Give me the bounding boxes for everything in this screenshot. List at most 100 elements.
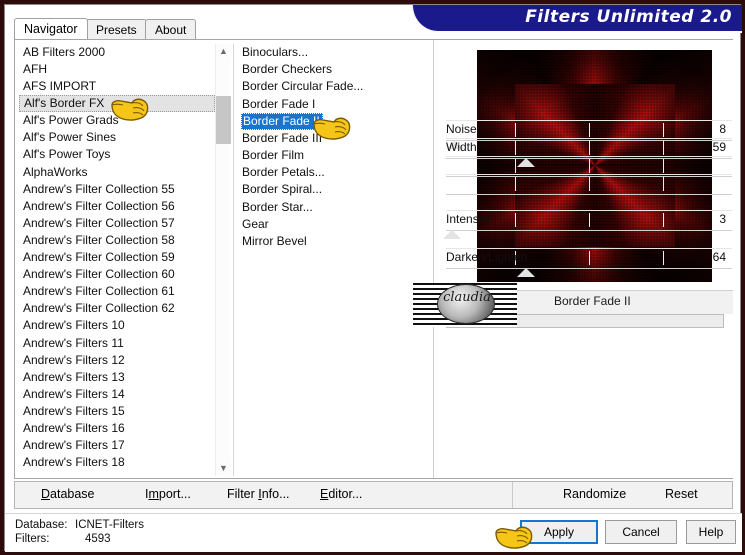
navigator-item[interactable]: Andrew's Filters 17 [19, 437, 215, 454]
navigator-item[interactable]: AFS IMPORT [19, 78, 215, 95]
navigator-item[interactable]: Andrew's Filter Collection 57 [19, 215, 215, 232]
navigator-item[interactable]: Alf's Power Grads [19, 112, 215, 129]
navigator-item[interactable]: Alf's Border FX [19, 95, 215, 113]
navigator-item-label: AFS IMPORT [23, 79, 97, 94]
filter-item[interactable]: Mirror Bevel [234, 233, 429, 250]
tab-presets[interactable]: Presets [86, 19, 147, 39]
navigator-item-label: Andrew's Filters 13 [23, 369, 125, 384]
parameter-slider-track[interactable] [446, 268, 732, 269]
navigator-item[interactable]: AB Filters 2000 [19, 44, 215, 61]
navigator-item[interactable]: Andrew's Filters 15 [19, 403, 215, 420]
apply-button[interactable]: Apply [520, 520, 598, 544]
filter-item-label: Mirror Bevel [242, 233, 307, 248]
import-button-label: port... [158, 487, 191, 501]
filter-item[interactable]: Border Petals... [234, 164, 429, 181]
navigator-item-label: Andrew's Filters 14 [23, 386, 125, 401]
parameter-slider-track[interactable] [446, 194, 732, 195]
tab-strip: Navigator Presets About [14, 18, 733, 39]
filter-item[interactable]: Border Checkers [234, 61, 429, 78]
filter-item-label: Border Star... [242, 199, 313, 214]
filter-item-label: Border Circular Fade... [242, 79, 364, 94]
preview-and-parameters: Border Fade II Noise 8 Width 59 Intensity 3 Da… [433, 40, 733, 478]
filter-item-label: Border Film [242, 147, 305, 162]
filter-item-label: Gear [242, 216, 269, 231]
watermark-text: claudia [443, 290, 491, 305]
navigator-item[interactable]: Andrew's Filter Collection 59 [19, 249, 215, 266]
parameter-tick [663, 177, 665, 191]
filter-item[interactable]: Border Fade I [234, 96, 429, 113]
filter-item[interactable]: Border Fade III [234, 130, 429, 147]
parameter-tick [514, 123, 516, 137]
navigator-scrollbar-thumb[interactable] [216, 96, 231, 144]
help-button[interactable]: Help [686, 520, 736, 544]
randomize-button[interactable]: Randomize [563, 487, 626, 501]
navigator-item-label: Andrew's Filter Collection 59 [23, 250, 175, 265]
navigator-item[interactable]: Andrew's Filter Collection 58 [19, 232, 215, 249]
parameter-slider-thumb[interactable] [442, 230, 461, 239]
parameter-row[interactable]: Intensity 3 [442, 210, 732, 239]
parameter-row[interactable]: Noise 8 [445, 120, 732, 149]
filter-item[interactable]: Binoculars... [234, 44, 429, 61]
database-button[interactable]: Database [41, 487, 95, 501]
navigator-item[interactable]: Andrew's Filters 14 [19, 386, 215, 403]
parameter-row[interactable]: Darken/Lighten 64 [446, 248, 732, 277]
navigator-item-label: Andrew's Filters 11 [23, 335, 124, 350]
navigator-item-label: Andrew's Filters 12 [23, 352, 125, 367]
navigator-item-label: AFH [23, 62, 47, 77]
parameter-label: Noise [446, 122, 477, 136]
navigator-item-label: AlphaWorks [23, 164, 88, 179]
filter-item[interactable]: Border Circular Fade... [234, 78, 429, 95]
navigator-item[interactable]: AFH [19, 61, 215, 78]
navigator-item[interactable]: Andrew's Filter Collection 55 [19, 181, 215, 198]
filter-item[interactable]: Border Spiral... [234, 181, 429, 198]
navigator-item[interactable]: AlphaWorks [19, 164, 215, 181]
tab-navigator[interactable]: Navigator [14, 18, 88, 39]
filter-item[interactable]: Border Fade II [241, 112, 323, 130]
navigator-item[interactable]: Andrew's Filter Collection 61 [19, 283, 215, 300]
navigator-item[interactable]: Andrew's Filters 18 [19, 454, 215, 471]
navigator-item[interactable]: Andrew's Filters 10 [19, 317, 215, 334]
navigator-item-label: Andrew's Filter Collection 57 [23, 215, 175, 230]
navigator-item[interactable]: Andrew's Filters 16 [19, 420, 215, 437]
parameter-row-empty [446, 174, 732, 195]
parameter-row[interactable]: Width 59 [446, 138, 732, 167]
parameter-tick [663, 251, 665, 265]
navigator-item[interactable]: Andrew's Filters 11 [19, 335, 215, 352]
parameter-title: Border Fade II [554, 294, 631, 308]
database-button-label: atabase [50, 487, 95, 501]
navigator-list[interactable]: AB Filters 2000 AFH AFS IMPORT Alf's Border… [19, 44, 215, 476]
parameter-value: 8 [719, 122, 726, 136]
parameter-tick [589, 213, 590, 227]
filter-item[interactable]: Border Star... [234, 199, 429, 216]
import-button[interactable]: Import... [145, 487, 191, 501]
editor-button[interactable]: Editor... [320, 487, 362, 501]
bottom-toolbar: Database Import... Filter Info... Editor… [14, 481, 733, 509]
scroll-down-icon[interactable]: ▼ [216, 461, 231, 476]
filter-info-button[interactable]: Filter Info... [227, 487, 290, 501]
navigator-item[interactable]: Andrew's Filter Collection 62 [19, 300, 215, 317]
reset-button[interactable]: Reset [665, 487, 698, 501]
navigator-item[interactable]: Andrew's Filter Collection 56 [19, 198, 215, 215]
parameter-tick [589, 177, 590, 191]
window-inner: Filters Unlimited 2.0 Navigator Presets … [4, 4, 742, 552]
tab-about[interactable]: About [145, 19, 197, 39]
filter-item[interactable]: Border Film [234, 147, 429, 164]
filter-item-label: Border Checkers [242, 62, 333, 77]
parameter-slider-track[interactable] [446, 230, 732, 231]
parameter-slider-thumb[interactable] [517, 268, 536, 277]
filter-item-label: Binoculars... [242, 45, 309, 59]
navigator-item[interactable]: Andrew's Filters 13 [19, 369, 215, 386]
parameter-tick [514, 141, 516, 155]
navigator-item[interactable]: Andrew's Filters 12 [19, 352, 215, 369]
navigator-item[interactable]: Andrew's Filter Collection 60 [19, 266, 215, 283]
navigator-item-label: Andrew's Filters 16 [23, 420, 125, 435]
navigator-item[interactable]: Alf's Power Sines [19, 129, 215, 146]
filter-item[interactable]: Gear [234, 216, 429, 233]
scroll-up-icon[interactable]: ▲ [216, 44, 231, 59]
cancel-button[interactable]: Cancel [605, 520, 677, 544]
navigator-item-label: Andrew's Filter Collection 56 [23, 198, 175, 213]
navigator-item[interactable]: Alf's Power Toys [19, 146, 215, 163]
navigator-scrollbar[interactable]: ▲ ▼ [215, 44, 231, 476]
filter-list[interactable]: Binoculars... Border Checkers Border Circu… [233, 44, 429, 476]
status-database-value: ICNET-Filters [75, 519, 144, 531]
